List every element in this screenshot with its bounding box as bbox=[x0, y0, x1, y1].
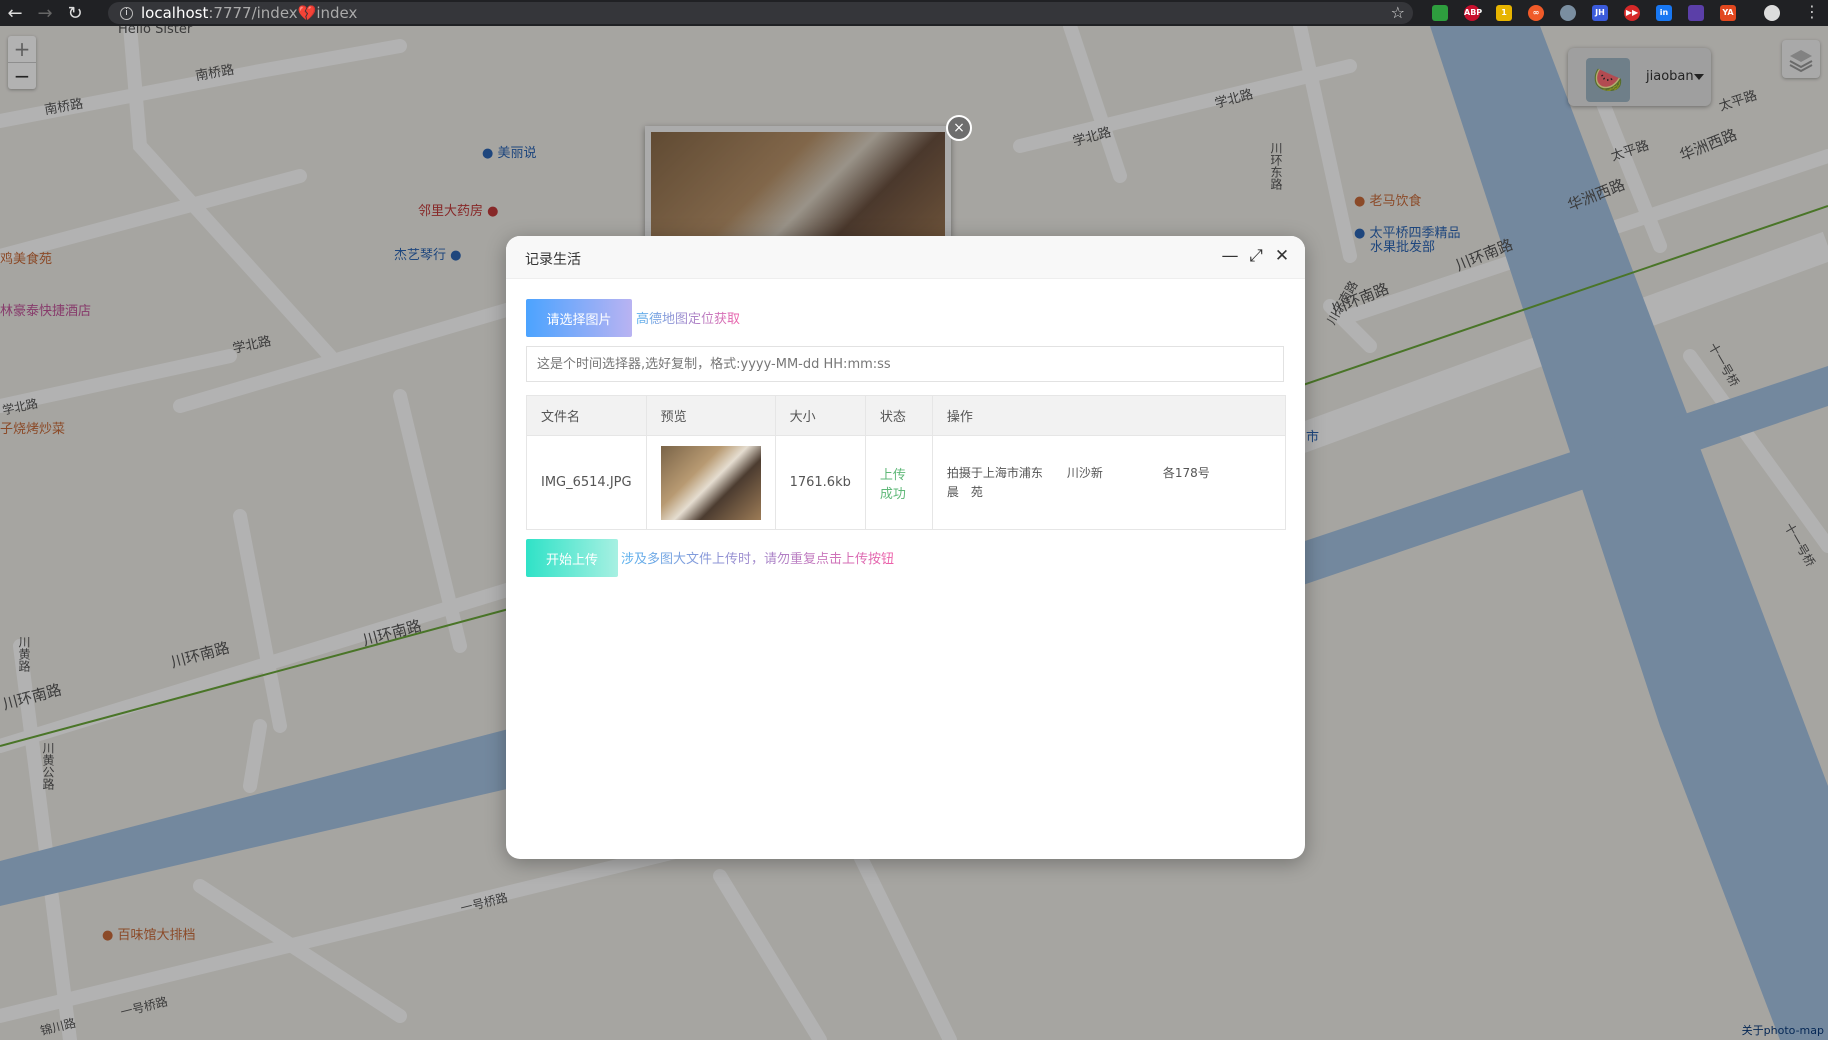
size-cell: 1761.6kb bbox=[774, 435, 866, 530]
column-header: 状态 bbox=[864, 395, 933, 436]
puzzle-extension-icon[interactable] bbox=[1688, 5, 1704, 21]
reload-icon[interactable]: ↻ bbox=[60, 3, 90, 24]
photo-popup-close-icon[interactable]: × bbox=[946, 115, 972, 141]
dialog-title: 记录生活 bbox=[525, 252, 581, 268]
url-text: localhost:7777/index💔index bbox=[141, 4, 358, 22]
start-upload-button[interactable]: 开始上传 bbox=[526, 539, 618, 577]
table-header-row: 文件名 预览 大小 状态 操作 bbox=[526, 395, 1287, 436]
media-extension-icon[interactable]: ▶▶ bbox=[1624, 5, 1640, 21]
amap-location-link[interactable]: 高德地图定位获取 bbox=[636, 308, 740, 327]
evernote-extension-icon[interactable] bbox=[1432, 5, 1448, 21]
browser-toolbar: ← → ↻ i localhost:7777/index💔index ☆ ABP… bbox=[0, 0, 1828, 26]
dialog-header: 记录生活 — ⤢ ✕ bbox=[506, 236, 1305, 279]
datetime-input[interactable] bbox=[526, 346, 1284, 382]
close-icon[interactable]: ✕ bbox=[1272, 246, 1292, 266]
adblock-extension-icon[interactable]: ABP bbox=[1464, 5, 1482, 21]
select-image-button[interactable]: 请选择图片 bbox=[526, 299, 632, 337]
infinity-extension-icon[interactable]: ∞ bbox=[1528, 5, 1544, 21]
preview-cell bbox=[645, 435, 776, 530]
table-row: IMG_6514.JPG 1761.6kb 上传成功 拍摄于上海市浦东 川沙新 … bbox=[526, 435, 1287, 530]
owl-extension-icon[interactable] bbox=[1560, 5, 1576, 21]
upload-warning-text: 涉及多图大文件上传时，请勿重复点击上传按钮 bbox=[621, 548, 894, 567]
column-header: 文件名 bbox=[526, 395, 647, 436]
preview-thumbnail[interactable] bbox=[660, 445, 761, 520]
action-text: 拍摄于上海市浦东 川沙新 各178号 bbox=[946, 465, 1210, 480]
action-text: 晨 苑 bbox=[946, 484, 983, 499]
action-cell: 拍摄于上海市浦东 川沙新 各178号 晨 苑 bbox=[931, 435, 1287, 530]
maximize-icon[interactable]: ⤢ bbox=[1246, 246, 1266, 266]
filename-cell: IMG_6514.JPG bbox=[526, 435, 647, 530]
column-header: 大小 bbox=[774, 395, 866, 436]
minimize-icon[interactable]: — bbox=[1220, 246, 1240, 266]
forward-icon[interactable]: → bbox=[30, 3, 60, 24]
translate-extension-icon[interactable]: YA bbox=[1720, 5, 1736, 21]
file-table: 文件名 预览 大小 状态 操作 IMG_6514.JPG 1761.6kb 上传… bbox=[526, 395, 1287, 530]
bookmark-star-icon[interactable]: ☆ bbox=[1391, 3, 1405, 22]
status-cell: 上传成功 bbox=[864, 435, 933, 530]
record-life-dialog: 记录生活 — ⤢ ✕ 请选择图片 高德地图定位获取 文件名 预览 大小 状态 操… bbox=[506, 236, 1305, 859]
column-header: 操作 bbox=[931, 395, 1287, 436]
column-header: 预览 bbox=[645, 395, 776, 436]
browser-menu-icon[interactable]: ⋮ bbox=[1804, 2, 1820, 21]
jh-extension-icon[interactable]: JH bbox=[1592, 5, 1608, 21]
profile-icon[interactable] bbox=[1764, 5, 1780, 21]
address-bar[interactable]: i localhost:7777/index💔index ☆ bbox=[108, 2, 1413, 24]
back-icon[interactable]: ← bbox=[0, 3, 30, 24]
info-icon[interactable]: i bbox=[120, 6, 133, 20]
notes-extension-icon[interactable]: 1 bbox=[1496, 5, 1512, 21]
linkedin-extension-icon[interactable]: in bbox=[1656, 5, 1672, 21]
